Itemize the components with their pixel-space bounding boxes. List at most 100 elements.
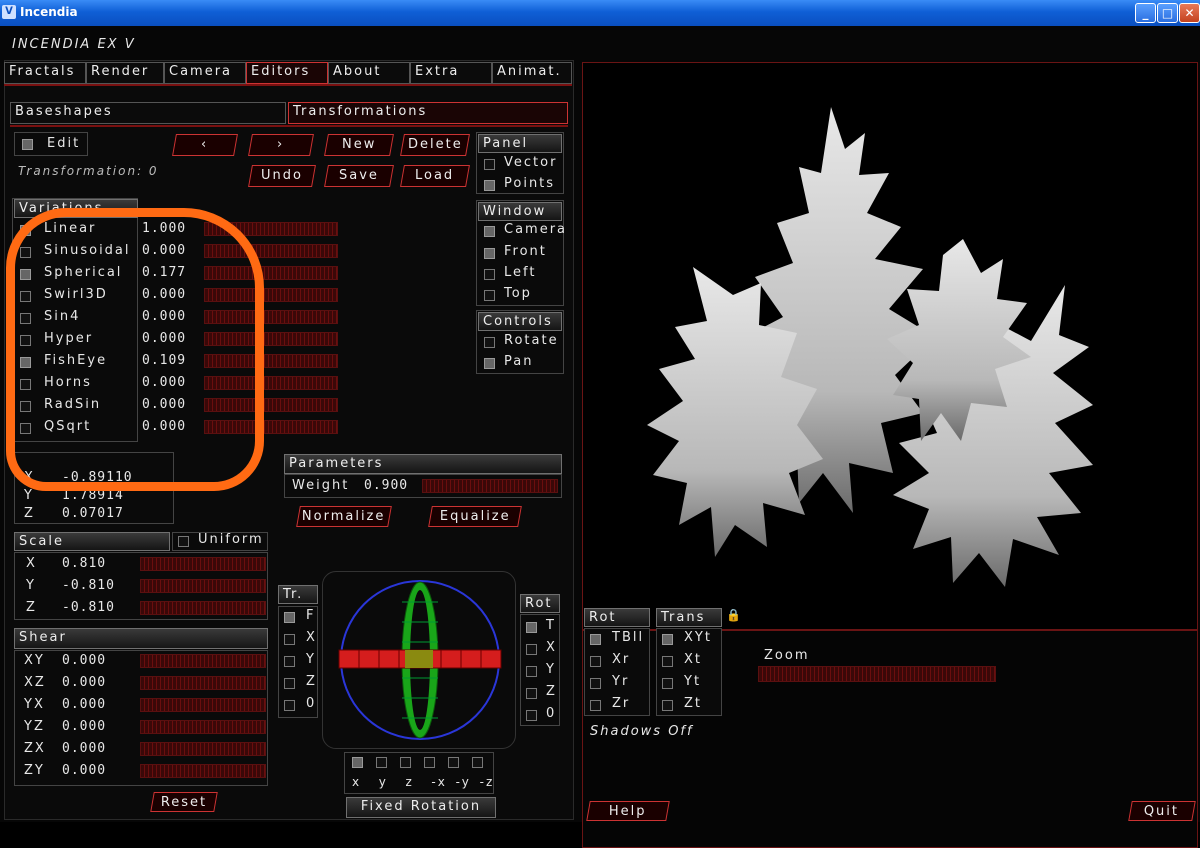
view-rot-xr-checkbox[interactable] bbox=[590, 656, 601, 667]
maximize-button[interactable]: □ bbox=[1157, 3, 1178, 23]
delete-button[interactable]: Delete bbox=[400, 134, 470, 156]
zoom-label: Zoom bbox=[764, 648, 810, 663]
app-body: INCENDIA EX V Fractals Render Camera Edi… bbox=[0, 26, 1200, 848]
tab-editors[interactable]: Editors bbox=[246, 62, 328, 84]
shear-axis-label: YZ bbox=[24, 719, 45, 734]
help-button[interactable]: Help bbox=[586, 801, 670, 821]
tr-0-checkbox[interactable] bbox=[284, 700, 295, 711]
view-trans-yt-checkbox[interactable] bbox=[662, 678, 673, 689]
scale-axis-label: X bbox=[26, 556, 37, 571]
tab-render[interactable]: Render bbox=[86, 62, 164, 84]
rot-z-checkbox[interactable] bbox=[526, 688, 537, 699]
vector-checkbox[interactable] bbox=[484, 159, 495, 170]
save-button[interactable]: Save bbox=[324, 165, 394, 187]
weight-slider[interactable] bbox=[422, 479, 558, 493]
shear-yz-slider[interactable] bbox=[140, 720, 266, 734]
view-rot-yr-checkbox[interactable] bbox=[590, 678, 601, 689]
rot-0-checkbox[interactable] bbox=[526, 710, 537, 721]
shear-header: Shear bbox=[14, 628, 268, 649]
shadows-toggle[interactable]: Shadows Off bbox=[590, 724, 694, 739]
shear-value: 0.000 bbox=[62, 763, 107, 778]
shear-yx-slider[interactable] bbox=[140, 698, 266, 712]
view-rot-header: Rot bbox=[584, 608, 650, 627]
new-button[interactable]: New bbox=[324, 134, 394, 156]
shear-zy-slider[interactable] bbox=[140, 764, 266, 778]
edit-toggle[interactable]: Edit bbox=[14, 132, 88, 156]
normalize-button[interactable]: Normalize bbox=[296, 506, 392, 527]
fixed-rotation-button[interactable]: Fixed Rotation bbox=[346, 797, 496, 818]
tr-x-checkbox[interactable] bbox=[284, 634, 295, 645]
window-title: Incendia bbox=[20, 5, 78, 19]
axis-neg-y-checkbox[interactable] bbox=[448, 757, 459, 768]
position-z-value: 0.07017 bbox=[62, 506, 124, 521]
view-trans-item: Zt bbox=[684, 696, 703, 711]
tab-animat[interactable]: Animat. bbox=[492, 62, 572, 84]
tab-about[interactable]: About bbox=[328, 62, 410, 84]
scale-x-slider[interactable] bbox=[140, 557, 266, 571]
tr-y-checkbox[interactable] bbox=[284, 656, 295, 667]
view-trans-xt-checkbox[interactable] bbox=[662, 656, 673, 667]
tr-f-checkbox[interactable] bbox=[284, 612, 295, 623]
next-transformation-button[interactable]: › bbox=[248, 134, 314, 156]
render-viewport[interactable] bbox=[582, 62, 1198, 630]
tr-z-checkbox[interactable] bbox=[284, 678, 295, 689]
top-view-checkbox[interactable] bbox=[484, 290, 495, 301]
axis-x-checkbox[interactable] bbox=[352, 757, 363, 768]
vector-label: Vector bbox=[504, 155, 558, 170]
minimize-button[interactable]: _ bbox=[1135, 3, 1156, 23]
tab-fractals[interactable]: Fractals bbox=[4, 62, 86, 84]
reset-button[interactable]: Reset bbox=[150, 792, 218, 812]
camera-view-checkbox[interactable] bbox=[484, 226, 495, 237]
rot-x-checkbox[interactable] bbox=[526, 644, 537, 655]
zoom-slider[interactable] bbox=[758, 666, 996, 682]
shear-zx-slider[interactable] bbox=[140, 742, 266, 756]
axis-neg-z-checkbox[interactable] bbox=[472, 757, 483, 768]
edit-checkbox[interactable] bbox=[22, 139, 33, 150]
rotate-checkbox[interactable] bbox=[484, 337, 495, 348]
axis-y-checkbox[interactable] bbox=[376, 757, 387, 768]
close-button[interactable]: ✕ bbox=[1179, 3, 1200, 23]
points-checkbox[interactable] bbox=[484, 180, 495, 191]
subtab-transformations[interactable]: Transformations bbox=[288, 102, 568, 124]
subtab-baseshapes[interactable]: Baseshapes bbox=[10, 102, 286, 124]
rotation-gizmo-panel[interactable] bbox=[322, 571, 516, 749]
camera-view-label: Camera bbox=[504, 222, 568, 237]
left-view-label: Left bbox=[504, 265, 537, 280]
load-button[interactable]: Load bbox=[400, 165, 470, 187]
app-name: INCENDIA EX V bbox=[12, 37, 136, 52]
rot-t-checkbox[interactable] bbox=[526, 622, 537, 633]
view-trans-zt-checkbox[interactable] bbox=[662, 700, 673, 711]
pan-label: Pan bbox=[504, 354, 534, 369]
points-label: Points bbox=[504, 176, 556, 191]
view-rot-tbll-checkbox[interactable] bbox=[590, 634, 601, 645]
left-view-checkbox[interactable] bbox=[484, 269, 495, 280]
shear-axis-label: XY bbox=[24, 653, 45, 668]
shear-xz-slider[interactable] bbox=[140, 676, 266, 690]
transformation-index: Transformation: 0 bbox=[18, 164, 159, 178]
shear-value: 0.000 bbox=[62, 675, 107, 690]
tab-camera[interactable]: Camera bbox=[164, 62, 246, 84]
undo-button[interactable]: Undo bbox=[248, 165, 316, 187]
view-trans-xyt-checkbox[interactable] bbox=[662, 634, 673, 645]
rotation-gizmo[interactable] bbox=[323, 572, 517, 750]
tr-item: Z bbox=[306, 674, 317, 689]
pan-checkbox[interactable] bbox=[484, 358, 495, 369]
quit-button[interactable]: Quit bbox=[1128, 801, 1196, 821]
uniform-checkbox[interactable] bbox=[178, 536, 189, 547]
rot-y-checkbox[interactable] bbox=[526, 666, 537, 677]
axis-neg-x-checkbox[interactable] bbox=[424, 757, 435, 768]
window-title-bar[interactable]: ᐯ Incendia _ □ ✕ bbox=[0, 0, 1200, 26]
scale-axis-label: Y bbox=[26, 578, 36, 593]
scale-z-slider[interactable] bbox=[140, 601, 266, 615]
equalize-button[interactable]: Equalize bbox=[428, 506, 522, 527]
front-view-checkbox[interactable] bbox=[484, 248, 495, 259]
scale-y-slider[interactable] bbox=[140, 579, 266, 593]
prev-transformation-button[interactable]: ‹ bbox=[172, 134, 238, 156]
tab-extra[interactable]: Extra bbox=[410, 62, 492, 84]
lock-icon[interactable]: 🔒 bbox=[726, 608, 741, 624]
shear-xy-slider[interactable] bbox=[140, 654, 266, 668]
axis-z-checkbox[interactable] bbox=[400, 757, 411, 768]
shear-value: 0.000 bbox=[62, 719, 107, 734]
view-rot-zr-checkbox[interactable] bbox=[590, 700, 601, 711]
scale-value: 0.810 bbox=[62, 556, 107, 571]
